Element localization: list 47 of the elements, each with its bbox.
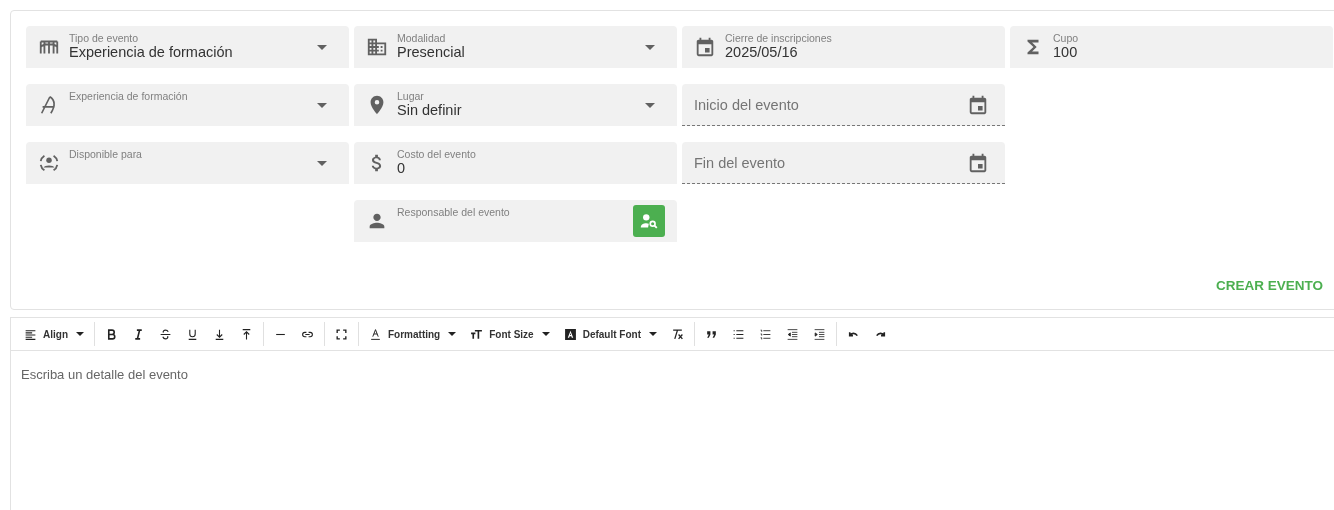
input-field[interactable]: Costo del evento 0 [354, 142, 677, 184]
align-icon [24, 327, 37, 341]
select-field[interactable]: Experiencia de formación [26, 84, 349, 126]
caret-icon [76, 332, 84, 336]
caret-icon [645, 44, 655, 50]
font-icon [563, 327, 577, 341]
text-color-icon [369, 327, 382, 341]
input-field[interactable]: Cierre de inscripciones 2025/05/16 [682, 26, 1005, 68]
caret-icon [541, 332, 550, 336]
editor-text-area[interactable]: Escriba un detalle del evento [11, 351, 1334, 510]
fullscreen-icon [335, 327, 348, 341]
bold-icon [105, 327, 118, 341]
calendar-icon [967, 151, 989, 174]
caret-icon [448, 332, 457, 336]
toolbar-dropdown[interactable]: Formatting [362, 321, 464, 347]
input-field[interactable]: Cupo 100 [1010, 26, 1333, 68]
select-field[interactable]: Lugar Sin definir [354, 84, 677, 126]
caret-icon [649, 332, 657, 336]
select-field[interactable]: Disponible para [26, 142, 349, 184]
font-size-icon [470, 327, 484, 341]
numbered-list-icon [759, 327, 772, 341]
person-frame-icon [38, 152, 60, 174]
select-field[interactable]: Tipo de evento Experiencia de formación [26, 26, 349, 68]
toolbar-dropdown[interactable]: Align [17, 321, 91, 347]
calendar-icon [694, 36, 716, 58]
bullet-list-icon [732, 327, 745, 341]
italic-icon [132, 327, 145, 341]
indent-icon [813, 327, 826, 341]
input-field[interactable]: Responsable del evento [354, 200, 677, 242]
caret-icon [317, 102, 327, 108]
search-person-button[interactable] [633, 205, 665, 237]
select-field[interactable]: Modalidad Presencial [354, 26, 677, 68]
strikethrough-icon [159, 327, 172, 341]
date-field[interactable]: Fin del evento [682, 142, 1005, 184]
calendar-icon [967, 93, 989, 116]
subscript-icon [213, 327, 226, 341]
superscript-icon [240, 327, 253, 341]
underline-icon [186, 327, 199, 341]
caret-icon [317, 44, 327, 50]
date-field[interactable]: Inicio del evento [682, 84, 1005, 126]
caret-icon [645, 102, 655, 108]
building-icon [366, 36, 388, 58]
toolbar-dropdown[interactable]: Default Font [556, 321, 664, 347]
outdent-icon [786, 327, 799, 341]
clear-format-icon [671, 327, 684, 341]
toolbar-dropdown[interactable]: Font Size [463, 321, 557, 347]
caret-icon [317, 160, 327, 166]
